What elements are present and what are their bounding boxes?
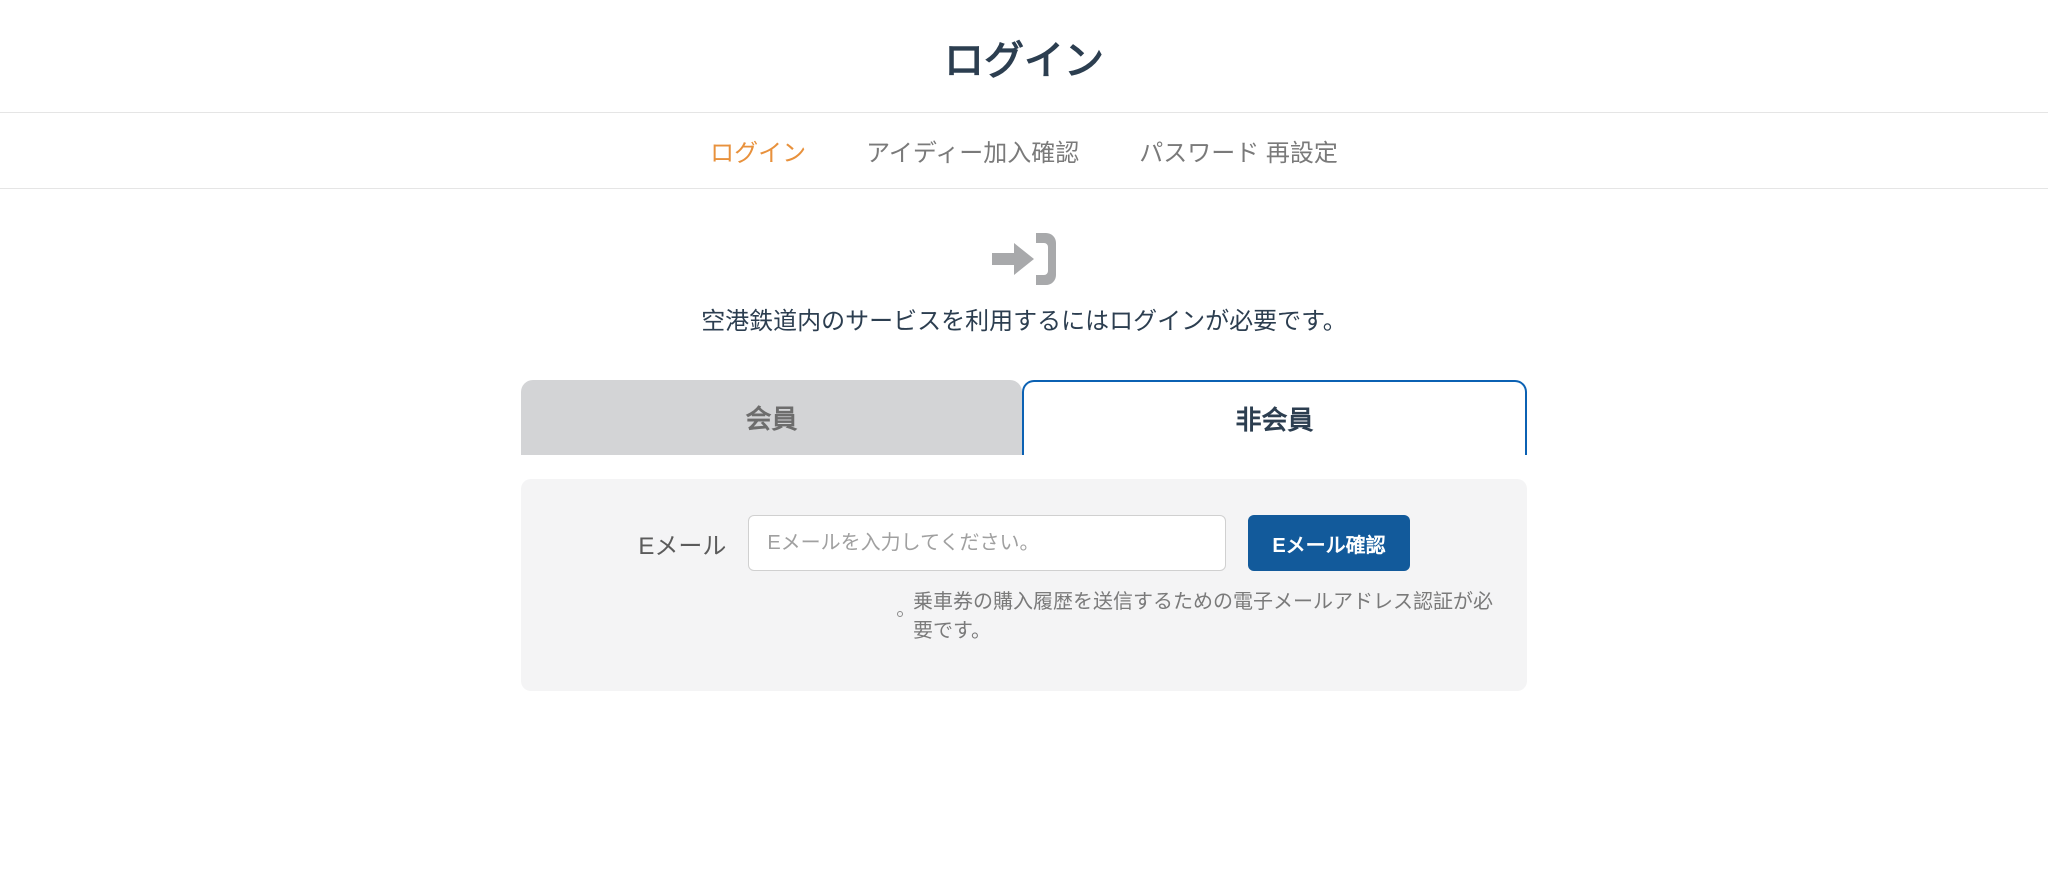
email-hint-row: 乗車券の購入履歴を送信するための電子メールアドレス認証が必要です。 <box>549 571 1499 643</box>
tab-row: 会員 非会員 <box>521 380 1527 455</box>
nav-id-check[interactable]: アイディー加入確認 <box>866 133 1079 168</box>
nav-password-reset[interactable]: パスワード 再設定 <box>1139 133 1338 168</box>
page-title: ログイン <box>0 0 2048 112</box>
email-hint-text: 乗車券の購入履歴を送信するための電子メールアドレス認証が必要です。 <box>913 585 1499 643</box>
tab-nonmember[interactable]: 非会員 <box>1022 380 1527 455</box>
email-confirm-button[interactable]: Eメール確認 <box>1248 515 1409 571</box>
nonmember-form-panel: Eメール Eメール確認 乗車券の購入履歴を送信するための電子メールアドレス認証が… <box>521 479 1527 691</box>
tab-member[interactable]: 会員 <box>521 380 1022 455</box>
nav-login[interactable]: ログイン <box>710 133 806 168</box>
login-arrow-icon <box>992 233 1056 285</box>
email-label: Eメール <box>638 526 726 561</box>
login-icon-wrap <box>0 189 2048 301</box>
nav-bar: ログイン アイディー加入確認 パスワード 再設定 <box>0 112 2048 189</box>
bullet-icon <box>897 611 903 617</box>
email-input[interactable] <box>748 515 1226 571</box>
login-info-text: 空港鉄道内のサービスを利用するにはログインが必要です。 <box>0 301 2048 380</box>
email-row: Eメール Eメール確認 <box>549 515 1499 571</box>
